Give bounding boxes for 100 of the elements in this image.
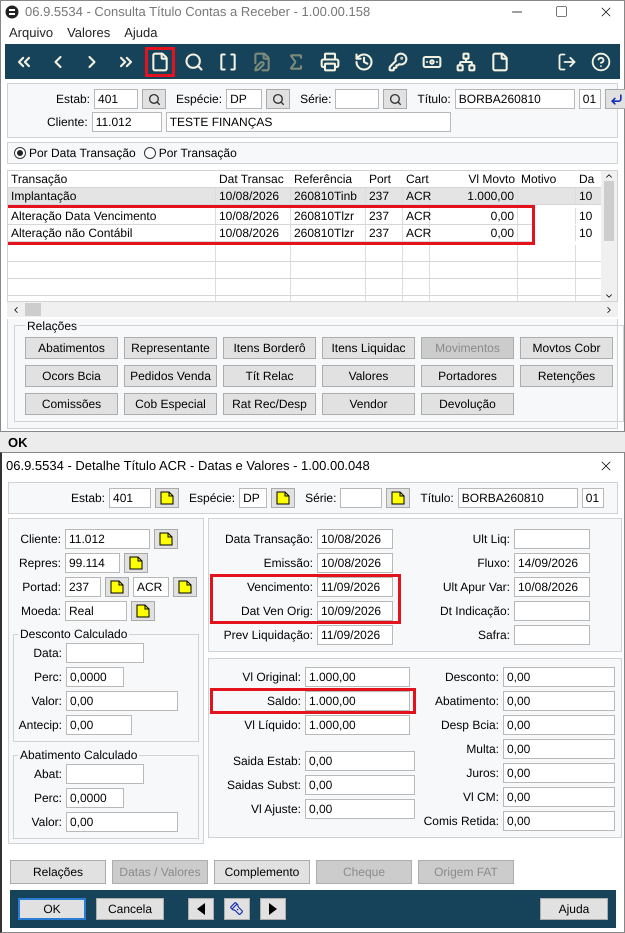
menu-item[interactable]: Ajuda bbox=[124, 24, 158, 40]
input-field[interactable]: 0,00 bbox=[503, 691, 615, 711]
input-field[interactable]: 0,0000 bbox=[66, 788, 124, 808]
relation-button[interactable]: Movtos Cobr bbox=[520, 336, 613, 359]
input-field[interactable]: 0,00 bbox=[503, 667, 615, 687]
column-header[interactable]: Port bbox=[366, 172, 403, 186]
input-field[interactable] bbox=[66, 643, 144, 663]
input-field[interactable] bbox=[514, 529, 590, 549]
relation-button[interactable]: Cob Especial bbox=[124, 392, 217, 415]
help-button[interactable]: Ajuda bbox=[540, 898, 608, 920]
input-field[interactable]: DP bbox=[226, 89, 262, 110]
cancel-button[interactable]: Cancela bbox=[96, 898, 164, 920]
input-field[interactable]: 0,00 bbox=[66, 715, 132, 735]
column-header[interactable]: Motivo bbox=[518, 172, 576, 186]
input-field[interactable]: 0,00 bbox=[66, 812, 178, 832]
input-field[interactable]: 99.114 bbox=[65, 553, 120, 573]
scrollbar-thumb[interactable] bbox=[604, 181, 614, 242]
previous-button[interactable] bbox=[188, 898, 214, 920]
lookup-button[interactable] bbox=[173, 577, 197, 597]
input-field[interactable] bbox=[66, 764, 144, 784]
input-field[interactable]: 1.000,00 bbox=[305, 691, 410, 711]
input-field[interactable]: ACR bbox=[133, 577, 169, 597]
document-icon[interactable] bbox=[145, 46, 175, 77]
relation-button[interactable]: Portadores bbox=[421, 364, 514, 387]
input-field[interactable]: DP bbox=[239, 488, 268, 508]
lookup-button[interactable] bbox=[383, 89, 408, 110]
relation-button[interactable]: Representante bbox=[124, 336, 217, 359]
relation-button[interactable]: Tít Relac bbox=[223, 364, 316, 387]
relation-button[interactable]: Rat Rec/Desp bbox=[223, 392, 316, 415]
lookup-button[interactable] bbox=[154, 529, 178, 549]
radio-option[interactable]: Por Transação bbox=[144, 146, 237, 160]
lookup-button[interactable] bbox=[155, 488, 180, 508]
input-field[interactable]: 401 bbox=[109, 488, 152, 508]
relation-button[interactable]: Itens Liquidac bbox=[322, 336, 415, 359]
input-field[interactable]: 0,00 bbox=[503, 787, 615, 807]
flashlight-button[interactable] bbox=[224, 898, 250, 920]
input-field[interactable]: 14/09/2026 bbox=[514, 553, 590, 573]
relation-button[interactable]: Ocors Bcia bbox=[25, 364, 118, 387]
menu-item[interactable]: Arquivo bbox=[9, 24, 54, 40]
input-field[interactable]: 0,00 bbox=[305, 775, 415, 795]
input-field[interactable]: 10/08/2026 bbox=[317, 529, 393, 549]
relation-button[interactable]: Retenções bbox=[520, 364, 613, 387]
input-field[interactable]: BORBA260810 bbox=[458, 488, 578, 508]
input-field[interactable]: 0,00 bbox=[503, 811, 615, 831]
input-field[interactable]: TESTE FINANÇAS bbox=[166, 112, 451, 132]
input-field[interactable]: 0,00 bbox=[503, 763, 615, 783]
menu-item[interactable]: Valores bbox=[67, 24, 110, 40]
lookup-button[interactable] bbox=[142, 89, 166, 110]
input-field[interactable]: 401 bbox=[94, 89, 138, 110]
input-field[interactable]: 11.012 bbox=[65, 529, 150, 549]
input-field[interactable] bbox=[335, 89, 380, 110]
input-field[interactable]: 0,00 bbox=[503, 715, 615, 735]
lookup-button[interactable] bbox=[386, 488, 410, 508]
relation-button[interactable]: Abatimentos bbox=[25, 336, 118, 359]
input-field[interactable]: 0,00 bbox=[503, 739, 615, 759]
enter-button[interactable] bbox=[604, 89, 625, 110]
input-field[interactable]: 01 bbox=[582, 488, 604, 508]
lookup-button[interactable] bbox=[266, 89, 290, 110]
relation-button[interactable]: Devolução bbox=[421, 392, 514, 415]
input-field[interactable]: 11/09/2026 bbox=[317, 577, 393, 597]
relation-button[interactable]: Pedidos Venda bbox=[124, 364, 217, 387]
input-field[interactable]: 10/08/2026 bbox=[514, 577, 590, 597]
input-field[interactable]: 11.012 bbox=[92, 112, 162, 132]
relation-button[interactable]: Vendor bbox=[322, 392, 415, 415]
ok-button[interactable]: OK bbox=[18, 898, 86, 920]
section-button[interactable]: Complemento bbox=[214, 860, 310, 884]
input-field[interactable]: 10/08/2026 bbox=[317, 553, 393, 573]
input-field[interactable]: 01 bbox=[578, 89, 601, 110]
column-header[interactable]: Dat Transac bbox=[216, 172, 291, 186]
column-header[interactable]: Da bbox=[576, 172, 601, 186]
input-field[interactable]: 1.000,00 bbox=[305, 667, 410, 687]
table-row[interactable]: Implantação 10/08/2026 260810Tinb 237 ACR 1.000,00 10 bbox=[8, 188, 601, 206]
input-field[interactable]: 11/09/2026 bbox=[317, 625, 393, 645]
column-header[interactable]: Vl Movto bbox=[430, 172, 518, 186]
input-field[interactable]: 0,0000 bbox=[66, 667, 124, 687]
lookup-button[interactable] bbox=[124, 553, 148, 573]
input-field[interactable]: Real bbox=[65, 601, 127, 621]
input-field[interactable]: 0,00 bbox=[305, 799, 415, 819]
scrollbar-thumb[interactable] bbox=[25, 303, 41, 316]
relation-button[interactable]: Valores bbox=[322, 364, 415, 387]
input-field[interactable]: 1.000,00 bbox=[305, 715, 410, 735]
next-button[interactable] bbox=[260, 898, 286, 920]
input-field[interactable]: 0,00 bbox=[305, 751, 415, 771]
input-field[interactable]: BORBA260810 bbox=[454, 89, 575, 110]
input-field[interactable] bbox=[340, 488, 382, 508]
relation-button[interactable]: Comissões bbox=[25, 392, 118, 415]
section-button[interactable]: Relações bbox=[10, 860, 106, 884]
column-header[interactable]: Cart bbox=[403, 172, 430, 186]
input-field[interactable]: 0,00 bbox=[66, 691, 178, 711]
input-field[interactable] bbox=[514, 625, 590, 645]
input-field[interactable] bbox=[514, 601, 590, 621]
lookup-button[interactable] bbox=[271, 488, 296, 508]
maximize-icon[interactable] bbox=[555, 5, 568, 18]
lookup-button[interactable] bbox=[131, 601, 155, 621]
column-header[interactable]: Transação bbox=[8, 172, 216, 186]
horizontal-scrollbar[interactable] bbox=[7, 302, 618, 317]
input-field[interactable]: 237 bbox=[65, 577, 101, 597]
relation-button[interactable]: Itens Borderô bbox=[223, 336, 316, 359]
vertical-scrollbar[interactable] bbox=[601, 171, 617, 302]
lookup-button[interactable] bbox=[105, 577, 129, 597]
